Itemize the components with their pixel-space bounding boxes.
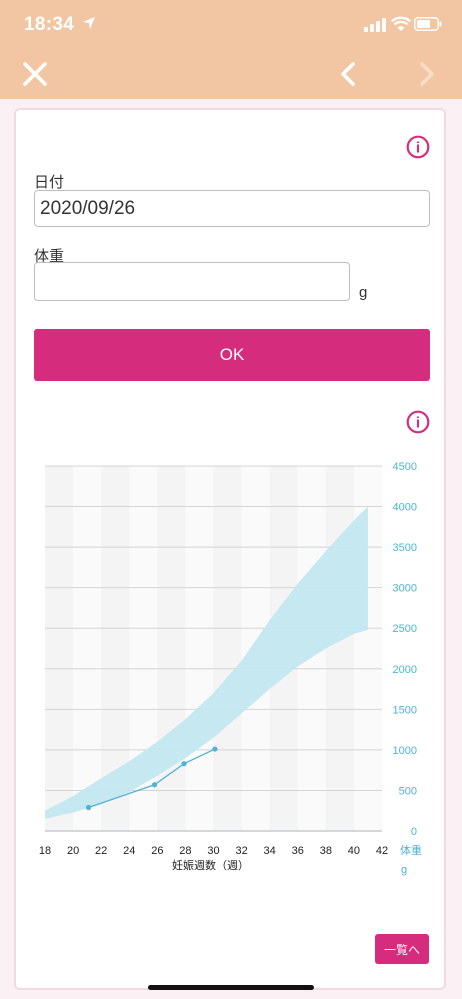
x-tick-label: 34 xyxy=(264,845,276,857)
weight-data-point xyxy=(181,761,187,767)
grid-stripe xyxy=(325,466,354,831)
y-tick-label: 1000 xyxy=(393,745,417,757)
y-tick-label: 1500 xyxy=(393,704,417,716)
y-tick-label: 0 xyxy=(411,826,417,838)
y-tick-label: 4500 xyxy=(393,461,417,473)
home-indicator xyxy=(148,985,314,990)
weight-data-point xyxy=(212,746,218,752)
x-tick-label: 18 xyxy=(39,845,51,857)
y-tick-label: 3000 xyxy=(393,583,417,595)
grid-stripe xyxy=(45,466,74,831)
grid-stripe xyxy=(157,466,186,831)
x-tick-label: 38 xyxy=(320,845,332,857)
y-tick-label: 2000 xyxy=(393,664,417,676)
fetal-weight-chart: 18 20 22 24 26 28 30 32 34 36 38 40 42 0 500 1000 1500 20… xyxy=(39,461,422,876)
x-tick-label: 32 xyxy=(235,845,247,857)
y-axis-unit: g xyxy=(401,864,407,876)
x-tick-label: 22 xyxy=(95,845,107,857)
list-view-button[interactable]: 一覧へ xyxy=(375,934,429,964)
grid-stripe xyxy=(213,466,242,831)
screen: 18:34 i 日付 2020/09/26 体重 g OK i 18 20 22… xyxy=(0,0,462,999)
weight-data-point xyxy=(85,804,92,811)
weight-data-point xyxy=(151,782,158,788)
y-tick-label: 4000 xyxy=(393,502,417,514)
y-tick-label: 500 xyxy=(399,785,417,797)
x-tick-label: 42 xyxy=(376,845,388,857)
x-tick-label: 20 xyxy=(67,845,79,857)
y-tick-label: 2500 xyxy=(393,623,417,635)
x-tick-label: 30 xyxy=(207,845,219,857)
x-tick-label: 36 xyxy=(292,845,304,857)
x-axis-label: 妊娠週数（週） xyxy=(172,858,249,872)
y-axis-label: 体重 xyxy=(400,843,422,857)
y-tick-label: 3500 xyxy=(393,542,417,554)
x-tick-label: 26 xyxy=(151,845,163,857)
x-tick-label: 24 xyxy=(123,845,135,857)
x-tick-label: 28 xyxy=(179,845,191,857)
x-tick-label: 40 xyxy=(348,845,360,857)
